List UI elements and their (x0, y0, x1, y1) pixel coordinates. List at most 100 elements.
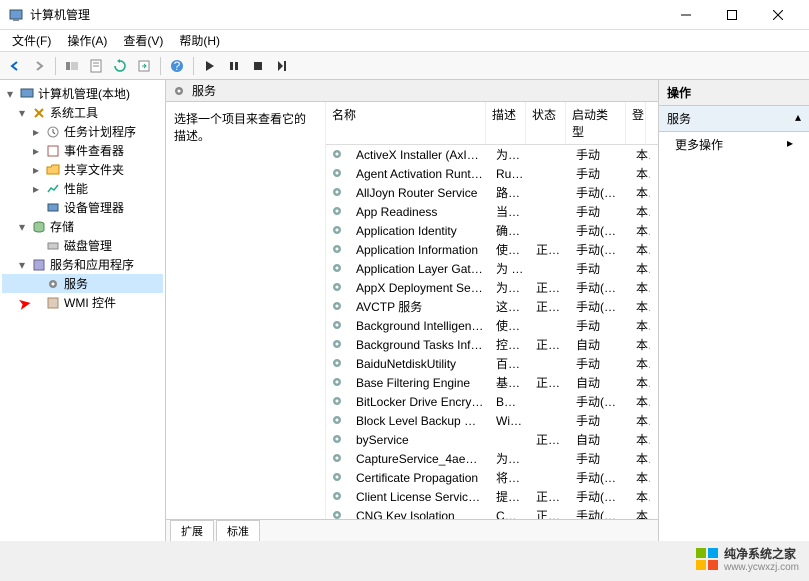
tab-standard[interactable]: 标准 (216, 520, 260, 541)
service-row[interactable]: AllJoyn Router Service路由...手动(触发...本 (326, 183, 658, 202)
clock-icon (45, 124, 61, 140)
service-row[interactable]: Base Filtering Engine基本...正在...自动本 (326, 373, 658, 392)
expand-icon[interactable]: ▸ (30, 182, 42, 196)
service-row[interactable]: Application Layer Gateway ...为 In...手动本 (326, 259, 658, 278)
tree-label: 计算机管理(本地) (38, 85, 130, 102)
export-button[interactable] (133, 55, 155, 77)
start-service-button[interactable] (199, 55, 221, 77)
service-row[interactable]: CaptureService_4aeb7ca为调...手动本 (326, 449, 658, 468)
menu-file[interactable]: 文件(F) (4, 30, 59, 51)
back-button[interactable] (4, 55, 26, 77)
service-icon (330, 451, 346, 467)
tree-storage[interactable]: ▾ 存储 (2, 217, 163, 236)
pause-service-button[interactable] (223, 55, 245, 77)
service-row[interactable]: BaiduNetdiskUtility百度...手动本 (326, 354, 658, 373)
collapse-icon[interactable]: ▾ (16, 220, 28, 234)
forward-button[interactable] (28, 55, 50, 77)
tab-extended[interactable]: 扩展 (170, 520, 214, 541)
service-row[interactable]: BitLocker Drive Encryption ...BDE...手动(触… (326, 392, 658, 411)
blank-icon (30, 275, 42, 292)
column-name[interactable]: 名称 (326, 102, 486, 144)
column-desc[interactable]: 描述 (486, 102, 526, 144)
main-area: ▾ 计算机管理(本地) ▾ 系统工具 ▸ 任务计划程序 ▸ 事件查看器 ▸ 共享… (0, 80, 809, 541)
service-name: byService (350, 433, 490, 447)
service-icon (330, 337, 346, 353)
close-button[interactable] (755, 0, 801, 30)
stop-service-button[interactable] (247, 55, 269, 77)
service-startup: 手动(触发... (570, 222, 630, 239)
service-row[interactable]: AVCTP 服务这是...正在...手动(触发...本 (326, 297, 658, 316)
service-status: 正在... (530, 279, 570, 296)
menu-help[interactable]: 帮助(H) (171, 30, 228, 51)
service-row[interactable]: Block Level Backup Engine ...Win...手动本 (326, 411, 658, 430)
column-status[interactable]: 状态 (526, 102, 566, 144)
service-row[interactable]: Background Intelligent Tra...使用...手动本 (326, 316, 658, 335)
column-logon[interactable]: 登 (626, 102, 646, 144)
services-list[interactable]: 名称 描述 状态 启动类型 登 ActiveX Installer (AxIns… (326, 102, 658, 519)
service-row[interactable]: byService正在...自动本 (326, 430, 658, 449)
column-startup[interactable]: 启动类型 (566, 102, 626, 144)
maximize-button[interactable] (709, 0, 755, 30)
actions-more[interactable]: 更多操作 ▸ (659, 132, 809, 157)
service-logon: 本 (630, 260, 650, 277)
help-button[interactable]: ? (166, 55, 188, 77)
chevron-right-icon: ▸ (787, 136, 793, 150)
service-name: Application Identity (350, 224, 490, 238)
service-row[interactable]: Certificate Propagation将用...手动(触发...本 (326, 468, 658, 487)
actions-group[interactable]: 服务 ▴ (659, 106, 809, 132)
menu-action[interactable]: 操作(A) (59, 30, 115, 51)
service-desc: CNG... (490, 509, 530, 520)
actions-group-label: 服务 (667, 110, 691, 127)
menu-view[interactable]: 查看(V) (115, 30, 171, 51)
service-row[interactable]: Agent Activation Runtime ...Run...手动本 (326, 164, 658, 183)
navigation-tree[interactable]: ▾ 计算机管理(本地) ▾ 系统工具 ▸ 任务计划程序 ▸ 事件查看器 ▸ 共享… (0, 80, 166, 541)
collapse-icon[interactable]: ▾ (4, 87, 16, 101)
blank-icon (30, 237, 42, 254)
service-row[interactable]: CNG Key IsolationCNG...正在...手动(触发...本 (326, 506, 658, 519)
show-hide-tree-button[interactable] (61, 55, 83, 77)
tree-disk-management[interactable]: 磁盘管理 (2, 236, 163, 255)
expand-icon[interactable]: ▸ (30, 144, 42, 158)
service-row[interactable]: Application Information使用...正在...手动(触发..… (326, 240, 658, 259)
tree-event-viewer[interactable]: ▸ 事件查看器 (2, 141, 163, 160)
service-startup: 手动 (570, 412, 630, 429)
service-desc: 提供... (490, 488, 530, 505)
tree-services-apps[interactable]: ▾ 服务和应用程序 (2, 255, 163, 274)
service-logon: 本 (630, 165, 650, 182)
properties-button[interactable] (85, 55, 107, 77)
tree-task-scheduler[interactable]: ▸ 任务计划程序 (2, 122, 163, 141)
service-desc: 使用... (490, 317, 530, 334)
expand-icon[interactable]: ▸ (30, 125, 42, 139)
collapse-icon[interactable]: ▾ (16, 258, 28, 272)
minimize-button[interactable] (663, 0, 709, 30)
watermark: 纯净系统之家 www.ycwxzj.com (696, 545, 799, 573)
refresh-button[interactable] (109, 55, 131, 77)
tree-wmi[interactable]: WMI 控件 (2, 293, 163, 312)
collapse-icon[interactable]: ▾ (16, 106, 28, 120)
service-icon (330, 147, 346, 163)
tree-shared-folders[interactable]: ▸ 共享文件夹 (2, 160, 163, 179)
restart-service-button[interactable] (271, 55, 293, 77)
tree-services[interactable]: 服务 (2, 274, 163, 293)
service-row[interactable]: AppX Deployment Service (...为部...正在...手动… (326, 278, 658, 297)
service-name: Application Information (350, 243, 490, 257)
tree-root[interactable]: ▾ 计算机管理(本地) (2, 84, 163, 103)
service-row[interactable]: Background Tasks Infrastru...控制...正在...自… (326, 335, 658, 354)
tree-system-tools[interactable]: ▾ 系统工具 (2, 103, 163, 122)
tree-performance[interactable]: ▸ 性能 (2, 179, 163, 198)
expand-icon[interactable]: ▸ (30, 163, 42, 177)
tree-device-manager[interactable]: 设备管理器 (2, 198, 163, 217)
service-row[interactable]: Application Identity确定...手动(触发...本 (326, 221, 658, 240)
service-name: AllJoyn Router Service (350, 186, 490, 200)
service-row[interactable]: Client License Service (Clip...提供...正在..… (326, 487, 658, 506)
bottom-tabs: 扩展 标准 (166, 519, 658, 541)
service-startup: 手动(触发... (570, 488, 630, 505)
service-row[interactable]: ActiveX Installer (AxInstSV)为从...手动本 (326, 145, 658, 164)
service-desc: 基本... (490, 374, 530, 391)
service-startup: 手动 (570, 203, 630, 220)
service-row[interactable]: App Readiness当用...手动本 (326, 202, 658, 221)
service-icon (330, 166, 346, 182)
service-name: Agent Activation Runtime ... (350, 167, 490, 181)
chevron-up-icon[interactable]: ▴ (795, 110, 801, 127)
service-desc: BDE... (490, 395, 530, 409)
